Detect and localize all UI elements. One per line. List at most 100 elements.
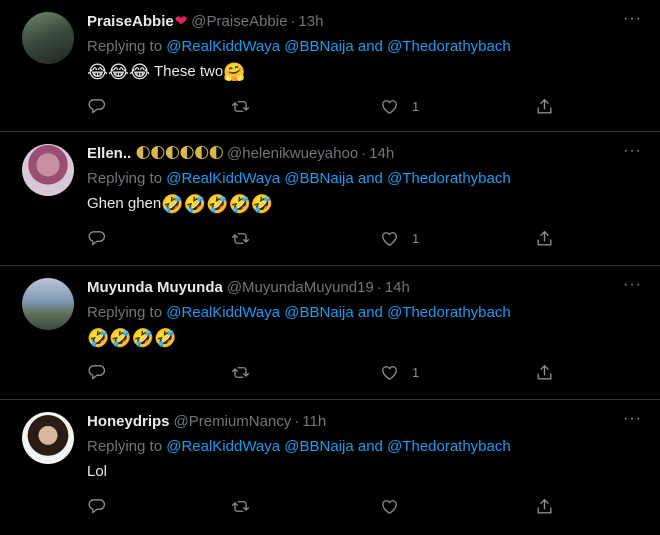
share-button[interactable]	[535, 225, 554, 251]
like-count: 1	[412, 364, 420, 380]
display-name[interactable]: PraiseAbbie	[87, 13, 174, 30]
tweet-text: Lol	[87, 461, 107, 483]
more-options-icon[interactable]: ···	[623, 142, 642, 160]
like-count: 1	[412, 98, 420, 114]
tweet-header: PraiseAbbie❤ @PraiseAbbie · 13h	[87, 12, 323, 32]
mention-link[interactable]: @BBNaija	[284, 38, 353, 55]
mention-link[interactable]: @RealKiddWaya	[166, 170, 280, 187]
tweet-body: These two	[150, 63, 224, 80]
tweet[interactable]: Honeydrips @PremiumNancy · 11h ··· Replying…	[0, 400, 660, 535]
separator-dot: ·	[290, 13, 296, 30]
more-options-icon[interactable]: ···	[623, 276, 642, 294]
retweet-button[interactable]	[231, 359, 250, 385]
mention-link[interactable]: @Thedorathybach	[387, 438, 511, 455]
separator-dot: ·	[361, 145, 367, 162]
retweet-icon	[231, 100, 250, 112]
retweet-icon	[231, 232, 250, 244]
retweet-button[interactable]	[231, 225, 250, 251]
mention-link[interactable]: @BBNaija	[284, 304, 353, 321]
mention-link[interactable]: @Thedorathybach	[387, 38, 511, 55]
tweet[interactable]: Ellen.. 🌓🌓🌓🌓🌓🌓 @helenikwueyahoo · 14h ··· Re…	[0, 132, 660, 266]
more-options-icon[interactable]: ···	[623, 410, 642, 428]
share-button[interactable]	[535, 493, 554, 519]
timestamp[interactable]: 13h	[298, 13, 323, 30]
like-button[interactable]: 1	[380, 93, 419, 119]
mention-link[interactable]: @RealKiddWaya	[166, 304, 280, 321]
tweet-header: Muyunda Muyunda @MuyundaMuyund19 · 14h	[87, 278, 410, 298]
reply-icon	[88, 98, 106, 113]
retweet-button[interactable]	[231, 93, 250, 119]
heart-icon	[382, 499, 397, 514]
emoji-rofl: 🤣🤣🤣🤣🤣	[161, 194, 274, 214]
replying-to: Replying to @RealKiddWaya @BBNaija and @…	[87, 437, 511, 457]
retweet-icon	[231, 366, 250, 378]
tweet-header: Honeydrips @PremiumNancy · 11h	[87, 412, 326, 432]
more-options-icon[interactable]: ···	[623, 10, 642, 28]
user-handle[interactable]: @PremiumNancy	[174, 413, 292, 430]
replying-label: Replying to	[87, 38, 163, 55]
like-button[interactable]: 1	[380, 225, 419, 251]
tweet-text: 😂😂😂 These two🤗	[87, 61, 246, 83]
retweet-button[interactable]	[231, 493, 250, 519]
reply-icon	[88, 230, 106, 245]
tweet-actions: 1	[87, 93, 567, 119]
heart-icon	[382, 99, 397, 114]
tweet-header: Ellen.. 🌓🌓🌓🌓🌓🌓 @helenikwueyahoo · 14h	[87, 144, 394, 164]
timestamp[interactable]: 11h	[302, 413, 326, 430]
emoji-hug: 🤗	[223, 62, 246, 82]
display-name[interactable]: Muyunda Muyunda	[87, 279, 223, 296]
tweet-body: Lol	[87, 463, 108, 480]
mention-and[interactable]: and	[358, 170, 383, 187]
tweet[interactable]: PraiseAbbie❤ @PraiseAbbie · 13h ··· Replyin…	[0, 0, 660, 132]
mention-and[interactable]: and	[358, 438, 383, 455]
emoji-rofl: 🤣🤣🤣🤣	[87, 328, 177, 348]
display-name[interactable]: Ellen..	[87, 145, 131, 162]
share-button[interactable]	[535, 359, 554, 385]
user-handle[interactable]: @helenikwueyahoo	[227, 145, 358, 162]
share-icon	[537, 364, 552, 380]
reply-button[interactable]	[87, 359, 106, 385]
mention-and[interactable]: and	[358, 38, 383, 55]
mention-link[interactable]: @RealKiddWaya	[166, 38, 280, 55]
moon-emojis: 🌓🌓🌓🌓🌓🌓	[135, 145, 224, 162]
reply-button[interactable]	[87, 493, 106, 519]
replying-label: Replying to	[87, 438, 163, 455]
mention-link[interactable]: @BBNaija	[284, 170, 353, 187]
mention-and[interactable]: and	[358, 304, 383, 321]
tweet-text: 🤣🤣🤣🤣	[87, 327, 177, 349]
retweet-icon	[231, 500, 250, 512]
reply-button[interactable]	[87, 225, 106, 251]
timestamp[interactable]: 14h	[385, 279, 410, 296]
display-name[interactable]: Honeydrips	[87, 413, 170, 430]
like-button[interactable]: 1	[380, 359, 419, 385]
replying-to: Replying to @RealKiddWaya @BBNaija and @…	[87, 169, 511, 189]
replying-label: Replying to	[87, 170, 163, 187]
separator-dot: ·	[294, 413, 300, 430]
mention-link[interactable]: @RealKiddWaya	[166, 438, 280, 455]
heart-emoji: ❤	[174, 13, 188, 30]
avatar[interactable]	[22, 278, 74, 330]
user-handle[interactable]: @MuyundaMuyund19	[227, 279, 374, 296]
like-count: 1	[412, 230, 420, 246]
replying-to: Replying to @RealKiddWaya @BBNaija and @…	[87, 37, 511, 57]
heart-icon	[382, 365, 397, 380]
mention-link[interactable]: @BBNaija	[284, 438, 353, 455]
share-icon	[537, 230, 552, 246]
reply-button[interactable]	[87, 93, 106, 119]
timestamp[interactable]: 14h	[369, 145, 394, 162]
tweet[interactable]: Muyunda Muyunda @MuyundaMuyund19 · 14h ··· …	[0, 266, 660, 400]
avatar[interactable]	[22, 144, 74, 196]
tweet-actions: 1	[87, 225, 567, 251]
tweet-actions: 1	[87, 359, 567, 385]
avatar[interactable]	[22, 12, 74, 64]
emoji-laughing: 😂😂😂	[87, 62, 151, 82]
heart-icon	[382, 231, 397, 246]
avatar[interactable]	[22, 412, 74, 464]
mention-link[interactable]: @Thedorathybach	[387, 304, 511, 321]
like-button[interactable]	[380, 493, 399, 519]
user-handle[interactable]: @PraiseAbbie	[191, 13, 287, 30]
share-button[interactable]	[535, 93, 554, 119]
tweet-text: Ghen ghen🤣🤣🤣🤣🤣	[87, 193, 273, 215]
share-icon	[537, 98, 552, 114]
mention-link[interactable]: @Thedorathybach	[387, 170, 511, 187]
